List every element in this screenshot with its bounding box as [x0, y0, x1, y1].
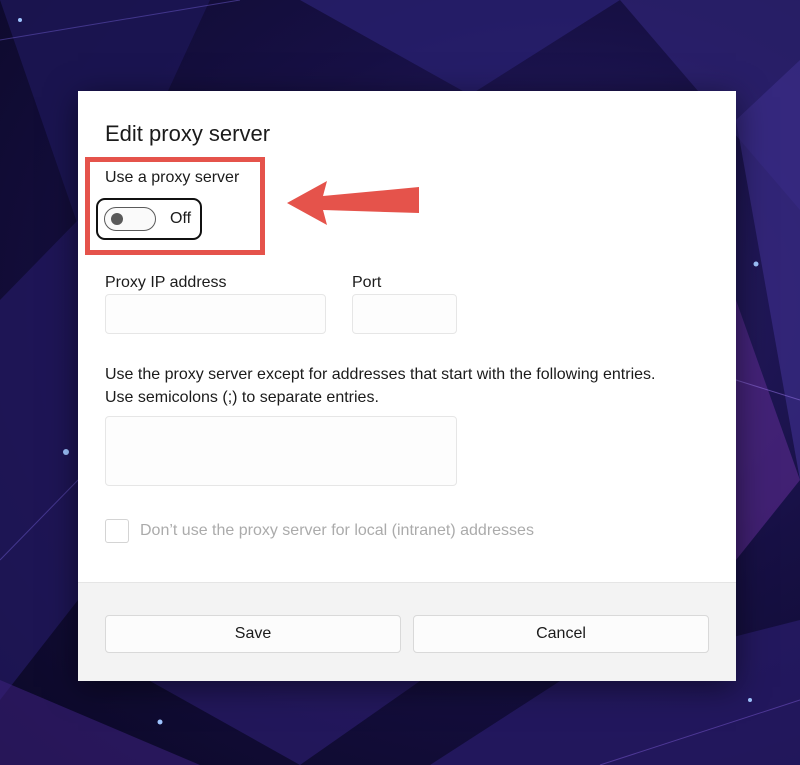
exceptions-input[interactable]: [105, 416, 457, 486]
proxy-ip-label: Proxy IP address: [105, 274, 227, 291]
dialog-title: Edit proxy server: [105, 121, 271, 146]
annotation-highlight-box: [85, 157, 265, 255]
port-input[interactable]: [352, 294, 457, 334]
exceptions-description-line1: Use the proxy server except for addresse…: [105, 366, 656, 383]
local-addresses-checkbox[interactable]: [105, 519, 129, 543]
local-addresses-checkbox-label: Don’t use the proxy server for local (in…: [140, 522, 534, 539]
port-label: Port: [352, 274, 382, 291]
save-button[interactable]: Save: [105, 615, 401, 653]
left-arrow-icon: [287, 181, 419, 225]
exceptions-description-line2: Use semicolons (;) to separate entries.: [105, 389, 379, 406]
proxy-ip-input[interactable]: [105, 294, 326, 334]
dialog-footer: Save Cancel: [78, 582, 736, 681]
edit-proxy-dialog: Edit proxy server Use a proxy server Off…: [78, 91, 736, 681]
cancel-button[interactable]: Cancel: [413, 615, 709, 653]
exceptions-description: Use the proxy server except for addresse…: [105, 363, 725, 409]
